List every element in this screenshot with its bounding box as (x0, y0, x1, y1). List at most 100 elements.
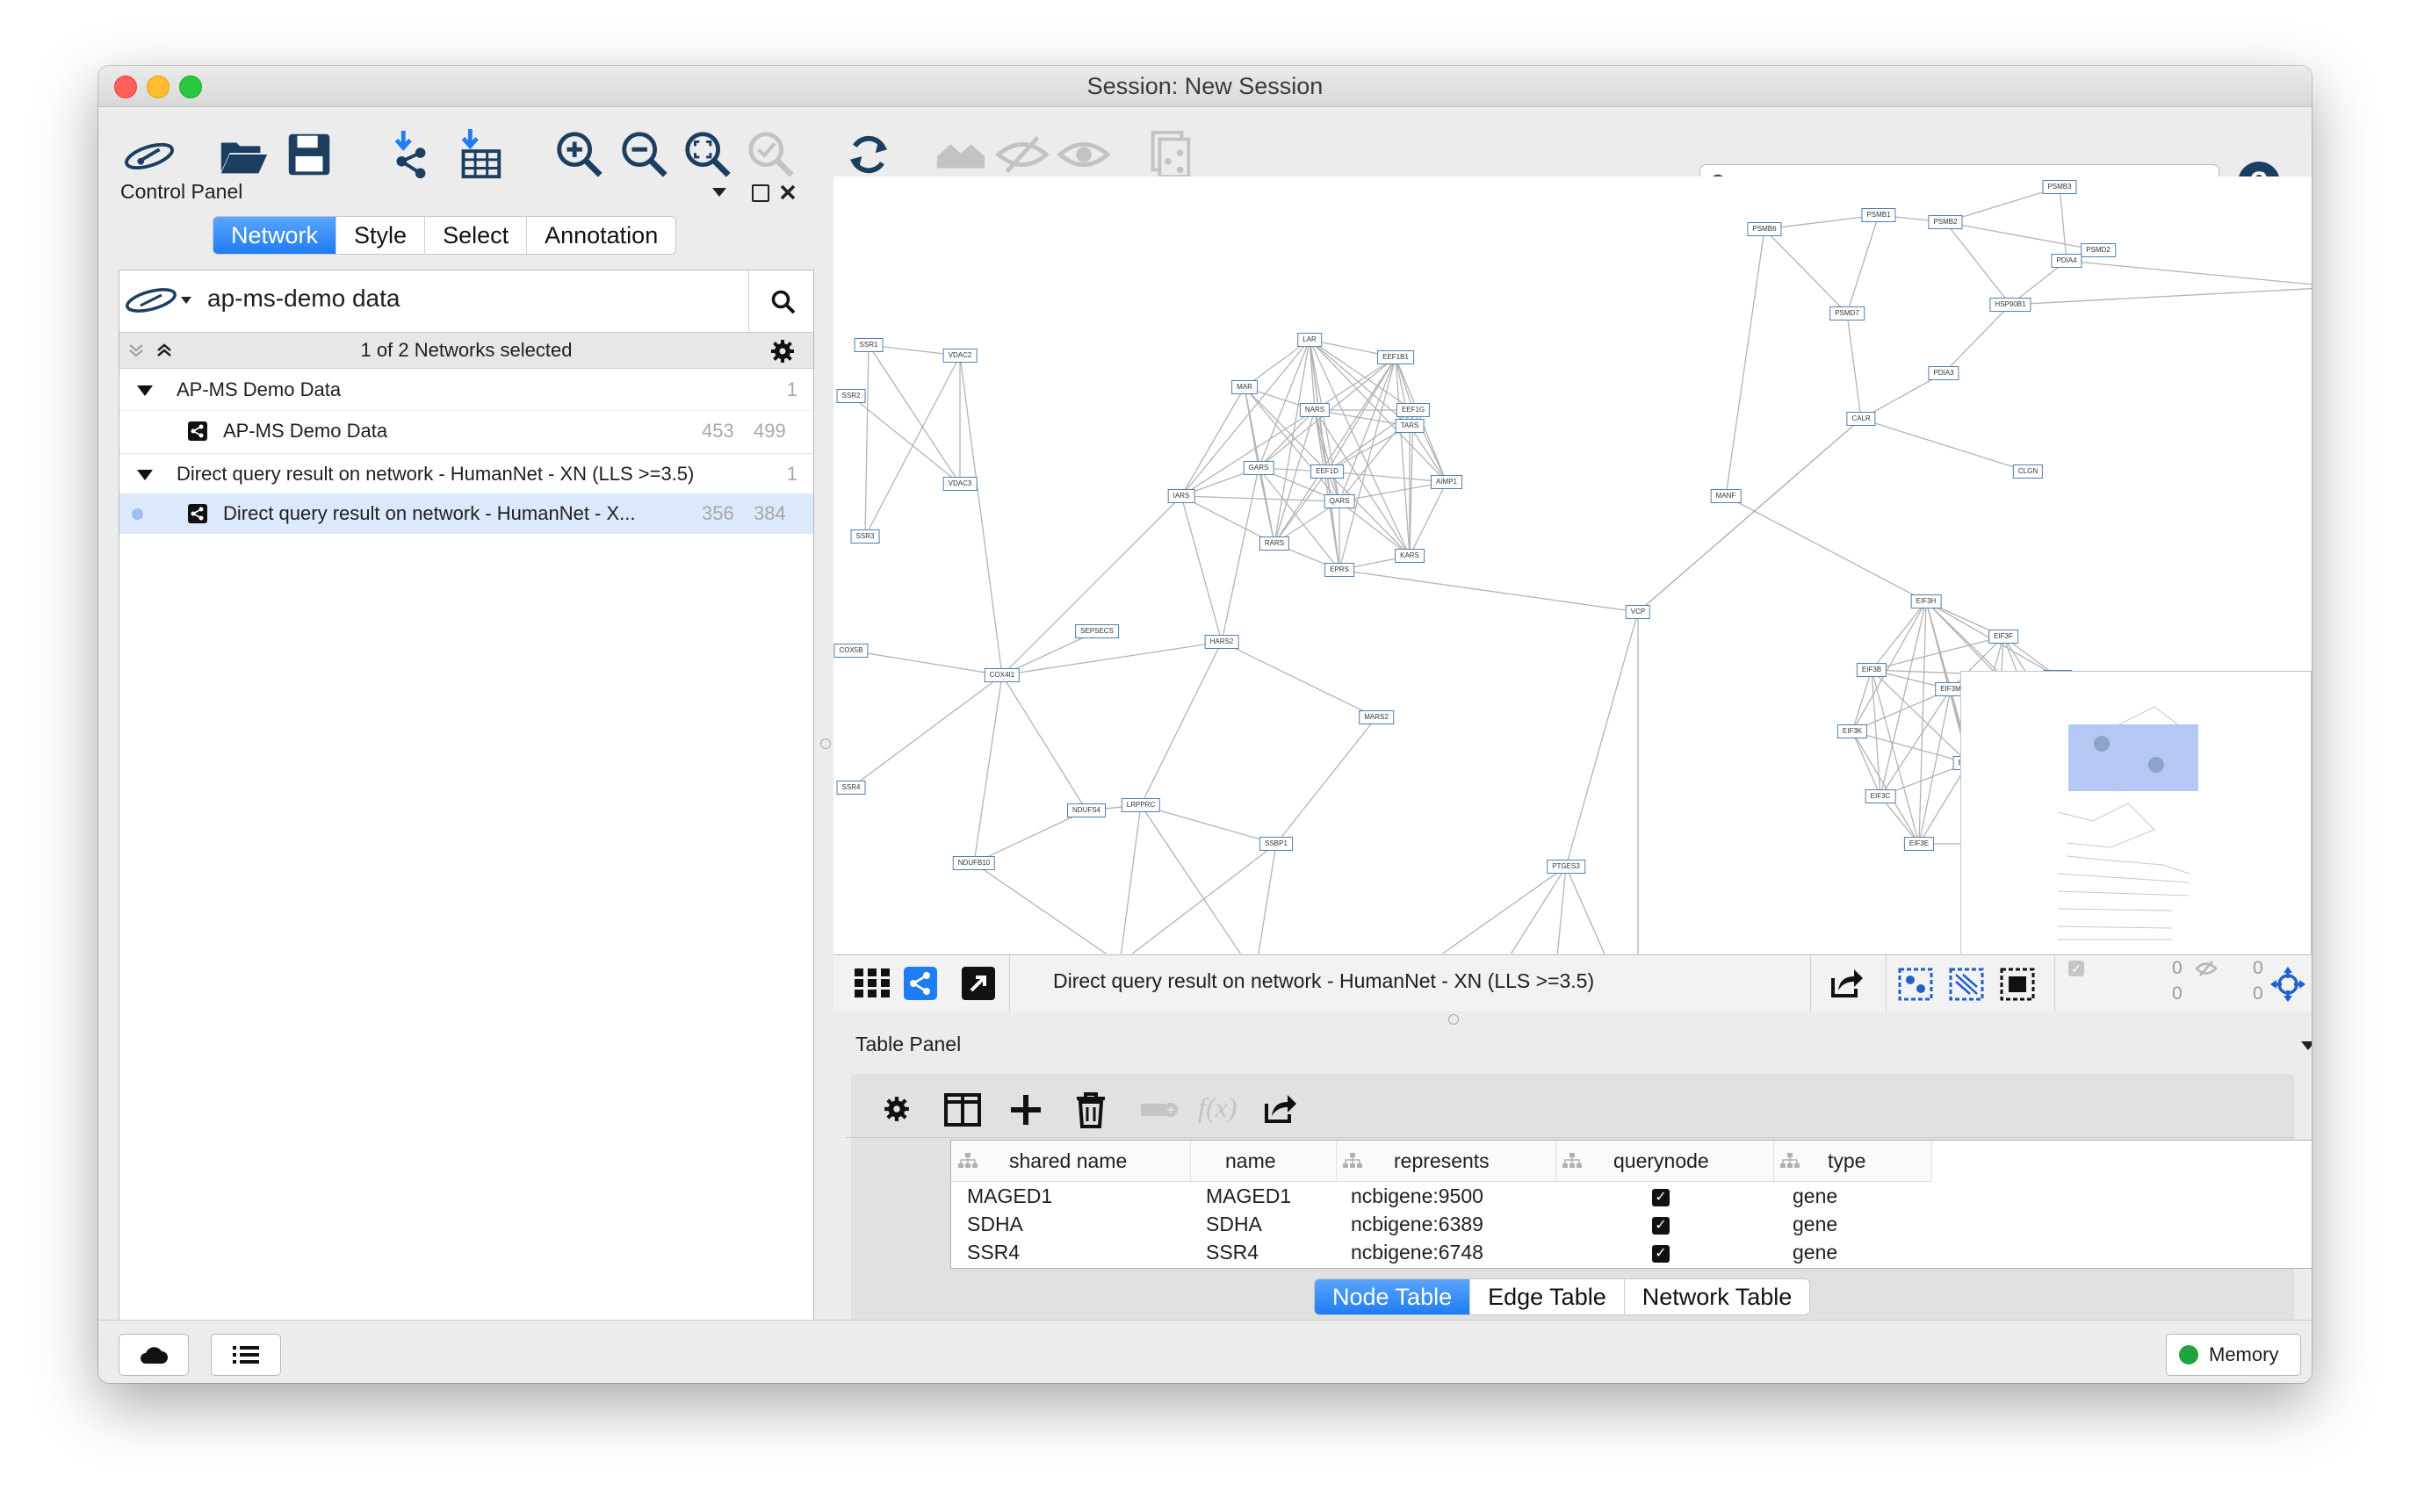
network-node[interactable]: QARS (1324, 494, 1355, 508)
network-node[interactable]: HARS2 (1204, 635, 1239, 649)
network-node[interactable]: PSMB1 (1861, 208, 1896, 222)
table-row[interactable]: SSR4 SSR4 ncbigene:6748 ✓ gene (951, 1239, 2312, 1267)
split-pane-handle[interactable] (820, 738, 831, 749)
export-table-icon[interactable] (1260, 1091, 1299, 1127)
network-node[interactable]: VDAC3 (942, 477, 978, 491)
panel-menu-chevron-icon[interactable] (2300, 1040, 2312, 1051)
network-node[interactable]: EEF1B1 (1377, 350, 1414, 364)
network-node[interactable]: GARS (1243, 461, 1274, 475)
birds-eye-view[interactable] (1960, 671, 2312, 954)
disclosure-triangle-icon[interactable] (137, 385, 153, 396)
network-node[interactable]: NARS (1299, 403, 1331, 417)
tab-select[interactable]: Select (425, 217, 528, 254)
network-node[interactable]: EIF3F (1988, 630, 2018, 644)
column-header-represents[interactable]: represents (1336, 1141, 1556, 1181)
network-node[interactable]: MANF (1710, 489, 1742, 503)
float-panel-icon[interactable] (752, 184, 769, 202)
export-share-icon[interactable] (1828, 966, 1865, 1001)
network-node[interactable]: EIF3K (1836, 724, 1868, 738)
network-node[interactable]: PSMB6 (1747, 222, 1782, 236)
memory-button[interactable]: Memory (2166, 1334, 2301, 1376)
column-header-shared-name[interactable]: shared name (951, 1141, 1191, 1181)
network-node[interactable]: EIF3C (1865, 789, 1896, 803)
add-column-icon[interactable] (1009, 1093, 1043, 1127)
dropdown-chevron-icon[interactable] (181, 297, 191, 304)
tab-edge-table[interactable]: Edge Table (1470, 1279, 1625, 1314)
network-node[interactable]: SEPSECS (1075, 624, 1119, 638)
network-collection-row[interactable]: AP-MS Demo Data 1 (119, 370, 813, 410)
network-node[interactable]: SSR2 (836, 389, 866, 403)
network-node[interactable]: SSR4 (836, 781, 866, 795)
network-node[interactable]: VCP (1625, 605, 1651, 619)
network-node[interactable]: EEF1G (1396, 403, 1431, 417)
network-node[interactable]: CALR (1846, 412, 1876, 426)
close-panel-icon[interactable] (780, 184, 796, 200)
network-node[interactable]: NDUFB10 (952, 856, 996, 870)
cloud-button[interactable] (119, 1334, 189, 1376)
tab-network[interactable]: Network (213, 217, 337, 254)
table-row[interactable]: MAGED1 MAGED1 ncbigene:9500 ✓ gene (951, 1183, 2312, 1211)
network-node[interactable]: HSP90B1 (1989, 298, 2031, 312)
select-nodes-mode-icon[interactable] (1898, 968, 1933, 1001)
network-node[interactable]: PSMD2 (2081, 243, 2116, 257)
network-node[interactable]: SSBP1 (1259, 837, 1293, 851)
network-collection-row[interactable]: Direct query result on network - HumanNe… (119, 453, 813, 494)
zoom-fit-icon[interactable] (673, 119, 743, 190)
panel-menu-chevron-icon[interactable] (711, 187, 727, 198)
node-table[interactable]: shared name name represents querynode ty… (950, 1140, 2312, 1269)
network-row[interactable]: AP-MS Demo Data 453 499 (119, 410, 813, 451)
network-node[interactable]: CLGN (2012, 464, 2044, 479)
network-view-icon[interactable] (904, 967, 937, 1000)
column-header-type[interactable]: type (1773, 1141, 1932, 1181)
network-node[interactable]: EEF1D (1310, 464, 1344, 479)
network-node[interactable]: MARS2 (1359, 710, 1394, 724)
column-header-querynode[interactable]: querynode (1555, 1141, 1774, 1181)
delete-column-icon[interactable] (1075, 1091, 1107, 1128)
network-node[interactable]: PDIA3 (1928, 366, 1959, 380)
network-node[interactable]: IARS (1167, 489, 1195, 503)
network-node[interactable]: EIF3B (1856, 663, 1887, 677)
zoom-out-icon[interactable] (610, 119, 680, 190)
network-node[interactable]: KARS (1395, 549, 1425, 563)
network-node[interactable]: PDIA4 (2051, 254, 2082, 268)
network-node[interactable]: EIF3E (1903, 837, 1935, 851)
network-node[interactable]: EPRS (1324, 563, 1354, 577)
import-network-icon[interactable] (375, 119, 445, 190)
network-node[interactable]: AIMP1 (1430, 475, 1463, 489)
network-node[interactable]: PSMB3 (2042, 180, 2077, 194)
network-node[interactable]: SSR3 (850, 529, 880, 544)
tab-node-table[interactable]: Node Table (1315, 1279, 1471, 1314)
network-node[interactable]: MAR (1231, 380, 1258, 394)
network-selector[interactable]: ap-ms-demo data (119, 270, 813, 333)
select-annotations-mode-icon[interactable] (2000, 968, 2035, 1001)
network-node[interactable]: TARS (1395, 419, 1425, 433)
querynode-checkbox[interactable]: ✓ (1652, 1217, 1670, 1235)
network-node[interactable]: LAR (1297, 333, 1322, 347)
querynode-checkbox[interactable]: ✓ (1652, 1189, 1670, 1206)
split-pane-handle[interactable] (1448, 1014, 1459, 1025)
select-edges-mode-icon[interactable] (1949, 968, 1984, 1001)
tab-network-table[interactable]: Network Table (1625, 1279, 1810, 1314)
network-node[interactable]: EIF3H (1910, 594, 1942, 608)
save-icon[interactable] (274, 119, 344, 190)
network-node[interactable]: PSMD7 (1829, 306, 1865, 320)
detach-view-icon[interactable] (962, 967, 995, 1000)
network-node[interactable]: COX5B (833, 644, 869, 658)
network-node[interactable]: LRPPRC (1121, 798, 1161, 812)
network-node[interactable]: RARS (1259, 536, 1290, 551)
network-node[interactable]: PSMB2 (1928, 215, 1963, 229)
network-node[interactable]: NDUFS4 (1066, 803, 1107, 817)
network-node[interactable]: PTGES3 (1547, 860, 1585, 874)
center-view-icon[interactable] (2270, 967, 2305, 1002)
disclosure-triangle-icon[interactable] (137, 470, 153, 480)
import-table-icon[interactable] (444, 119, 514, 190)
network-node[interactable]: VDAC2 (942, 349, 978, 363)
tab-annotation[interactable]: Annotation (527, 217, 675, 254)
table-row[interactable]: SDHA SDHA ncbigene:6389 ✓ gene (951, 1211, 2312, 1239)
network-node[interactable]: SSR1 (854, 338, 884, 352)
network-search-button[interactable] (748, 270, 814, 332)
gear-icon[interactable] (883, 1095, 911, 1123)
column-header-name[interactable]: name (1190, 1141, 1337, 1181)
network-node[interactable]: COX4I1 (984, 668, 1021, 682)
grid-view-icon[interactable] (855, 968, 890, 998)
